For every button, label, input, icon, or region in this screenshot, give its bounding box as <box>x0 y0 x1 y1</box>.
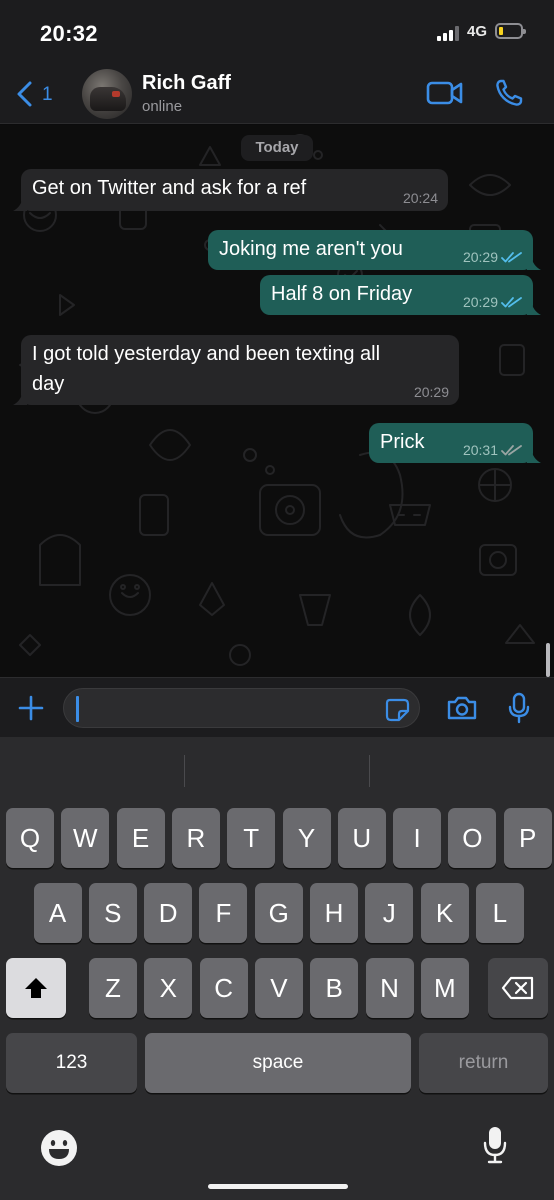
emoji-icon[interactable] <box>40 1129 78 1167</box>
key-x[interactable]: X <box>144 958 193 1018</box>
key-w[interactable]: W <box>61 808 110 868</box>
bubble-tail <box>527 301 541 315</box>
microphone-icon[interactable] <box>508 692 530 724</box>
space-key[interactable]: space <box>145 1033 411 1093</box>
key-o[interactable]: O <box>448 808 497 868</box>
contact-avatar[interactable] <box>82 69 132 119</box>
message-text: Get on Twitter and ask for a ref <box>32 177 307 199</box>
home-indicator[interactable] <box>208 1184 348 1189</box>
bubble-tail <box>527 256 541 270</box>
shift-arrow-icon <box>25 978 47 998</box>
key-j[interactable]: J <box>365 883 414 943</box>
message-list[interactable]: Today Get on Twitter and ask for a ref 20… <box>0 125 554 677</box>
message-meta: 20:29 <box>414 384 449 400</box>
message-time: 20:24 <box>402 190 438 206</box>
message-text: I got told yesterday and been texting al… <box>32 343 381 365</box>
sticker-icon[interactable] <box>385 698 411 722</box>
network-type: 4G <box>467 23 488 40</box>
message-meta: 20:31 <box>463 442 523 458</box>
bubble-tail <box>13 391 27 405</box>
read-receipt-icon <box>501 297 522 308</box>
key-i[interactable]: I <box>393 808 442 868</box>
incoming-message-bubble[interactable]: Get on Twitter and ask for a ref 20:24 <box>13 169 448 211</box>
message-composer <box>0 677 554 737</box>
key-q[interactable]: Q <box>6 808 54 868</box>
message-time: 20:29 <box>413 384 449 400</box>
status-time: 20:32 <box>40 21 98 46</box>
key-d[interactable]: D <box>144 883 193 943</box>
backspace-key[interactable] <box>488 958 548 1018</box>
numbers-key[interactable]: 123 <box>6 1033 137 1093</box>
contact-status: online <box>142 98 183 115</box>
chat-scrollbar[interactable] <box>546 643 550 677</box>
text-cursor <box>76 696 79 722</box>
key-v[interactable]: V <box>254 958 303 1018</box>
message-meta: 20:24 <box>403 190 438 206</box>
day-separator: Today <box>241 135 313 161</box>
key-f[interactable]: F <box>199 883 248 943</box>
bubble-tail <box>13 197 27 211</box>
suggestion-divider <box>184 755 185 787</box>
ios-keyboard: QWERTYUIOP ASDFGHJKL ZXCVBNM 123 space r… <box>0 737 554 1200</box>
whatsapp-chat-screen: 20:32 4G 1 Rich Gaff online Today Get on… <box>0 0 554 1200</box>
message-meta: 20:29 <box>463 294 523 310</box>
key-s[interactable]: S <box>88 883 137 943</box>
message-time: 20:29 <box>462 294 498 310</box>
read-receipt-icon <box>501 252 522 263</box>
key-t[interactable]: T <box>227 808 276 868</box>
chat-header: 20:32 4G 1 Rich Gaff online <box>0 0 554 124</box>
message-meta: 20:29 <box>463 249 523 265</box>
bubble-tail <box>527 449 541 463</box>
suggestion-divider <box>369 755 370 787</box>
key-e[interactable]: E <box>116 808 165 868</box>
key-h[interactable]: H <box>310 883 358 943</box>
outgoing-message-bubble[interactable]: Half 8 on Friday 20:29 <box>260 275 541 315</box>
camera-icon[interactable] <box>446 695 478 721</box>
key-p[interactable]: P <box>503 808 552 868</box>
return-key[interactable]: return <box>419 1033 548 1093</box>
battery-icon <box>495 23 526 39</box>
delivered-receipt-icon <box>501 445 522 456</box>
shift-key[interactable] <box>6 958 66 1018</box>
key-y[interactable]: Y <box>282 808 331 868</box>
attach-plus-icon[interactable] <box>17 694 45 722</box>
key-c[interactable]: C <box>199 958 248 1018</box>
key-l[interactable]: L <box>475 883 524 943</box>
voice-call-icon[interactable] <box>494 78 524 108</box>
key-a[interactable]: A <box>33 883 82 943</box>
key-z[interactable]: Z <box>89 958 137 1018</box>
key-k[interactable]: K <box>420 883 469 943</box>
key-r[interactable]: R <box>171 808 220 868</box>
message-time: 20:29 <box>462 249 498 265</box>
backspace-icon <box>501 976 534 1000</box>
outgoing-message-bubble[interactable]: Prick 20:31 <box>369 423 541 463</box>
battery-level <box>499 27 503 35</box>
key-b[interactable]: B <box>310 958 359 1018</box>
key-u[interactable]: U <box>337 808 386 868</box>
unread-chats-count[interactable]: 1 <box>42 84 53 106</box>
key-m[interactable]: M <box>420 958 469 1018</box>
message-time: 20:31 <box>462 442 498 458</box>
message-text: day <box>32 373 65 395</box>
outgoing-message-bubble[interactable]: Joking me aren't you 20:29 <box>208 230 541 270</box>
video-call-icon[interactable] <box>426 80 464 106</box>
message-input[interactable] <box>63 688 420 728</box>
incoming-message-bubble[interactable]: I got told yesterday and been texting al… <box>13 335 459 405</box>
back-chevron-icon[interactable] <box>14 80 36 108</box>
key-g[interactable]: G <box>254 883 303 943</box>
contact-name[interactable]: Rich Gaff <box>142 72 231 95</box>
key-n[interactable]: N <box>365 958 414 1018</box>
signal-strength-icon <box>437 26 459 41</box>
dictation-microphone-icon[interactable] <box>482 1125 508 1165</box>
